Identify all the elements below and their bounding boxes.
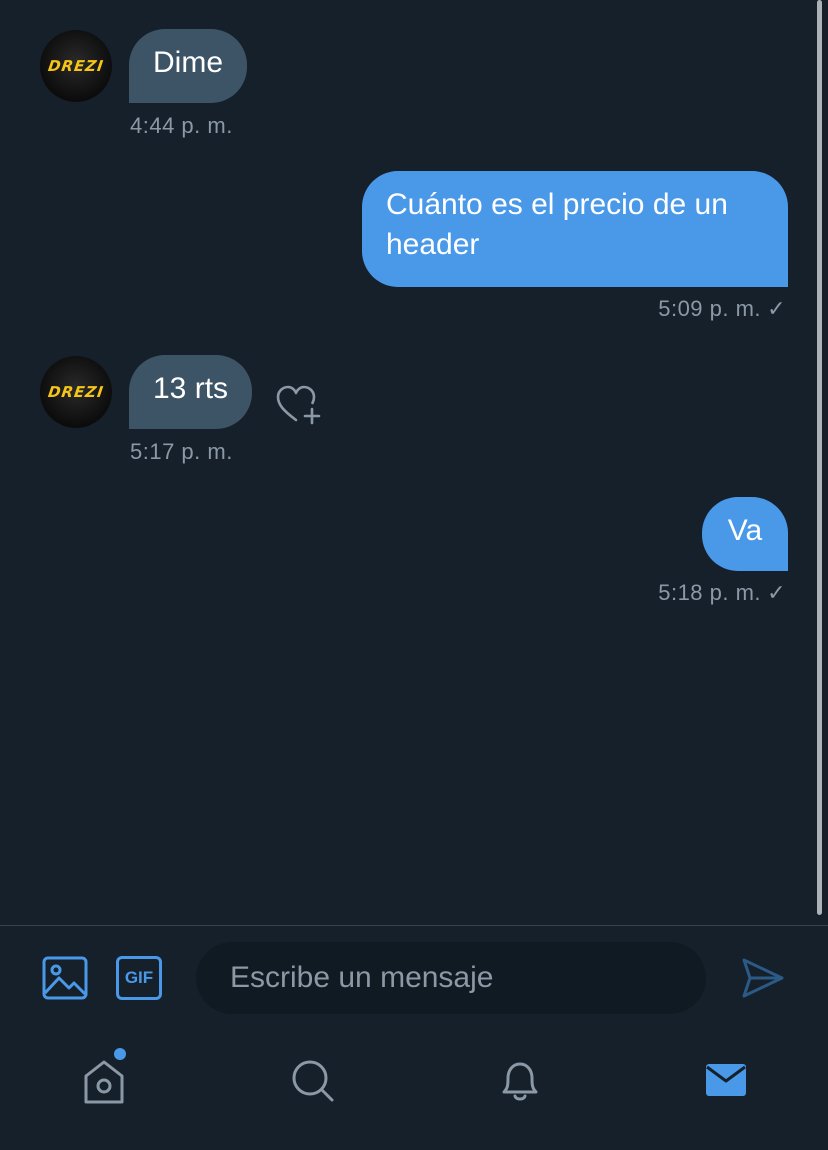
tab-messages[interactable] bbox=[696, 1050, 756, 1110]
message-timestamp: 5:18 p. m. bbox=[658, 580, 762, 605]
message-timestamp: 5:17 p. m. bbox=[130, 439, 233, 464]
message-bubble-outgoing[interactable]: Cuánto es el precio de un header bbox=[362, 171, 788, 287]
gif-icon: GIF bbox=[124, 968, 154, 987]
gif-button[interactable]: GIF bbox=[116, 956, 162, 1000]
tab-notifications[interactable] bbox=[490, 1050, 550, 1110]
notification-dot bbox=[114, 1048, 126, 1060]
messages-icon bbox=[706, 1064, 746, 1096]
message-timestamp: 5:09 p. m. bbox=[658, 296, 762, 321]
avatar-logo-text: DREZI bbox=[46, 383, 106, 401]
message-bubble-incoming[interactable]: 13 rts bbox=[129, 355, 253, 429]
message-bubble-incoming[interactable]: Dime bbox=[129, 29, 248, 103]
image-icon[interactable] bbox=[42, 956, 88, 1000]
read-check-icon: ✓ bbox=[767, 296, 786, 321]
message-timestamp: 4:44 p. m. bbox=[130, 113, 233, 138]
scrollbar[interactable] bbox=[817, 0, 822, 915]
contact-avatar[interactable]: DREZI bbox=[40, 30, 112, 102]
read-check-icon: ✓ bbox=[767, 580, 786, 605]
add-reaction-heart-icon[interactable] bbox=[274, 382, 322, 426]
message-timestamp-row: 5:18 p. m. ✓ bbox=[486, 580, 786, 606]
message-composer: GIF bbox=[0, 926, 828, 1026]
avatar-logo-text: DREZI bbox=[46, 57, 106, 75]
tab-home[interactable] bbox=[74, 1048, 134, 1110]
message-input[interactable] bbox=[196, 942, 706, 1014]
bottom-tab-bar bbox=[0, 1030, 828, 1150]
message-timestamp-row: 5:09 p. m. ✓ bbox=[486, 296, 786, 322]
home-icon bbox=[84, 1060, 124, 1104]
search-icon bbox=[292, 1060, 334, 1102]
conversation-view: DREZI Dime 4:44 p. m. Cuánto es el preci… bbox=[0, 0, 828, 925]
message-bubble-outgoing[interactable]: Va bbox=[702, 497, 788, 571]
contact-avatar[interactable]: DREZI bbox=[40, 356, 112, 428]
notifications-icon bbox=[502, 1062, 538, 1101]
send-icon[interactable] bbox=[740, 956, 786, 1000]
tab-search[interactable] bbox=[282, 1050, 342, 1110]
